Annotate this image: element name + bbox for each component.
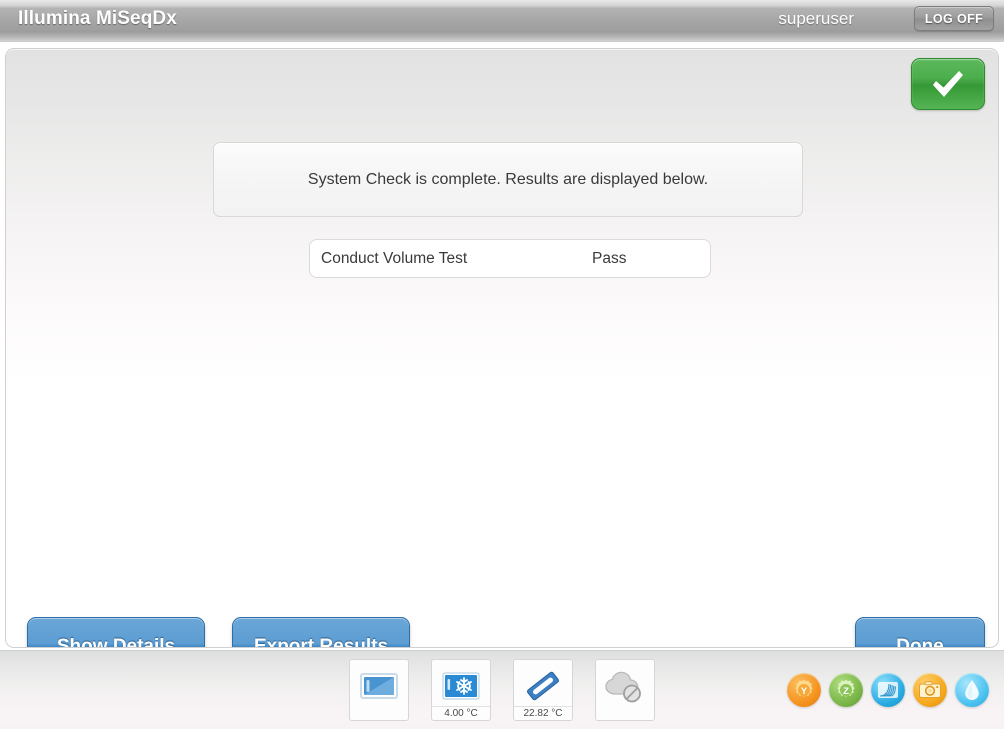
export-results-button[interactable]: Export Results: [232, 617, 410, 647]
snowflake-icon: [441, 665, 481, 707]
gear-z-label: Z: [843, 686, 849, 697]
camera-icon[interactable]: [913, 673, 947, 707]
cloud-disabled-icon: [603, 665, 647, 707]
title-bar: Illumina MiSeqDx superuser LOG OFF: [0, 0, 1004, 42]
result-status: Pass: [592, 249, 627, 267]
status-tiles: 4.00 °C 22.82 °C: [349, 659, 655, 721]
status-badge: [911, 58, 985, 110]
fluidics-drop-icon[interactable]: [955, 673, 989, 707]
status-bar: 4.00 °C 22.82 °C Y Z: [0, 650, 1004, 729]
status-tile-reagent-chiller[interactable]: 4.00 °C: [431, 659, 491, 721]
result-test-name: Conduct Volume Test: [321, 249, 468, 267]
current-user-label: superuser: [778, 9, 854, 28]
flow-cell-icon: [359, 665, 399, 707]
slide-icon: [523, 665, 563, 707]
show-details-button[interactable]: Show Details: [27, 617, 205, 647]
gear-y-label: Y: [801, 686, 808, 697]
tile-temp-label: 22.82 °C: [514, 706, 572, 719]
message-text: System Check is complete. Results are di…: [307, 170, 709, 188]
log-off-button[interactable]: LOG OFF: [914, 6, 994, 31]
check-icon: [928, 68, 968, 100]
flow-cell-scan-icon[interactable]: [871, 673, 905, 707]
status-tile-flow-cell[interactable]: [349, 659, 409, 721]
app-title: Illumina MiSeqDx: [18, 8, 177, 29]
gear-z-icon[interactable]: Z: [829, 673, 863, 707]
status-tile-flow-cell-temperature[interactable]: 22.82 °C: [513, 659, 573, 721]
table-row: Conduct Volume Test Pass: [309, 239, 711, 278]
tile-temp-label: 4.00 °C: [432, 706, 490, 719]
done-button[interactable]: Done: [855, 617, 985, 647]
app-window: Illumina MiSeqDx superuser LOG OFF Syste…: [0, 0, 1004, 729]
gear-y-icon[interactable]: Y: [787, 673, 821, 707]
sensor-status-icons: Y Z: [787, 673, 989, 707]
status-tile-basespace[interactable]: [595, 659, 655, 721]
main-panel: System Check is complete. Results are di…: [5, 48, 999, 648]
message-box: System Check is complete. Results are di…: [213, 142, 803, 217]
